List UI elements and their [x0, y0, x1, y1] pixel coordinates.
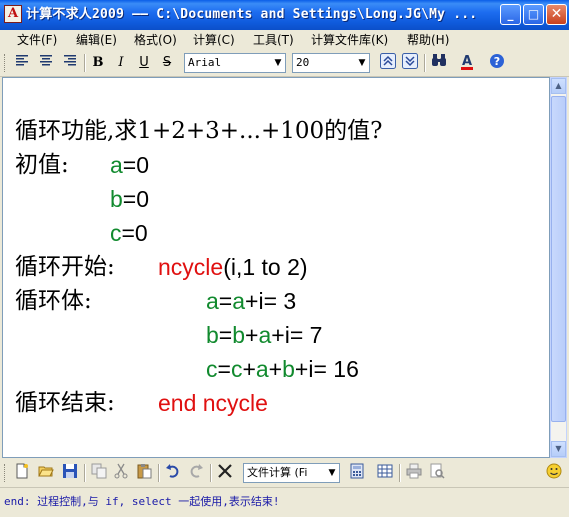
- paste-icon[interactable]: [134, 463, 154, 483]
- toolbar-separator: [84, 464, 86, 482]
- doc-line-b-init: b=0: [110, 186, 150, 212]
- toolbar-separator: [399, 464, 401, 482]
- move-down-icon[interactable]: [400, 53, 420, 73]
- toolbar-separator: [84, 54, 86, 72]
- doc-line-a-init: a=0: [110, 152, 150, 178]
- window-title: 计算不求人2009 —— C:\Documents and Settings\L…: [26, 7, 478, 22]
- menu-format[interactable]: 格式(O): [134, 32, 177, 48]
- print-preview-icon[interactable]: [427, 463, 447, 483]
- title-bar: A 计算不求人2009 —— C:\Documents and Settings…: [0, 0, 569, 30]
- help-icon[interactable]: ?: [487, 53, 507, 73]
- doc-line-end-ncycle: end ncycle: [158, 390, 268, 416]
- save-icon[interactable]: [60, 463, 80, 483]
- bold-button[interactable]: B: [88, 53, 108, 73]
- font-select[interactable]: Arial ▼: [184, 53, 286, 73]
- minimize-button[interactable]: _: [500, 4, 521, 25]
- cut-icon[interactable]: [111, 463, 131, 483]
- toolbar-separator: [210, 464, 212, 482]
- menu-tools[interactable]: 工具(T): [253, 32, 294, 48]
- new-file-icon[interactable]: [12, 463, 32, 483]
- doc-label-loop-end: 循环结束:: [15, 390, 115, 416]
- font-select-value: Arial: [188, 56, 222, 69]
- close-button[interactable]: ✕: [546, 4, 567, 25]
- menu-bar: 文件(F) 编辑(E) 格式(O) 计算(C) 工具(T) 计算文件库(K) 帮…: [0, 30, 569, 50]
- menu-calculate[interactable]: 计算(C): [193, 32, 235, 48]
- redo-icon[interactable]: [186, 463, 206, 483]
- doc-line-c-update: c=c+a+b+i= 16: [206, 356, 359, 382]
- align-center-icon[interactable]: [36, 53, 56, 73]
- document-editor[interactable]: 循环功能,求1+2+3+...+100的值? 初值: a=0 b=0 c=0 循…: [2, 77, 550, 458]
- toolbar-separator: [158, 464, 160, 482]
- menu-help[interactable]: 帮助(H): [407, 32, 449, 48]
- format-toolbar: B I U S Arial ▼ 20 ▼ A ?: [0, 50, 569, 77]
- undo-icon[interactable]: [163, 463, 183, 483]
- font-size-select[interactable]: 20 ▼: [292, 53, 370, 73]
- status-text: end: 过程控制,与 if, select 一起使用,表示结束!: [4, 495, 280, 508]
- doc-line-question: 循环功能,求1+2+3+...+100的值?: [15, 118, 383, 144]
- align-left-icon[interactable]: [12, 53, 32, 73]
- doc-line-c-init: c=0: [110, 220, 148, 246]
- table-icon[interactable]: [375, 463, 395, 483]
- toolbar-grip[interactable]: [4, 54, 8, 72]
- toolbar-grip[interactable]: [4, 464, 8, 482]
- scroll-up-icon[interactable]: ▲: [551, 78, 566, 94]
- chevron-down-icon: ▼: [328, 468, 336, 478]
- smiley-icon[interactable]: [544, 463, 564, 483]
- calculator-icon[interactable]: [347, 463, 367, 483]
- underline-button[interactable]: U: [134, 53, 154, 73]
- stop-calc-icon[interactable]: [215, 463, 235, 483]
- standard-toolbar: 文件计算 (Fi ▼: [0, 460, 569, 486]
- menu-edit[interactable]: 编辑(E): [76, 32, 117, 48]
- font-color-icon[interactable]: A: [457, 53, 477, 73]
- menu-file[interactable]: 文件(F): [17, 32, 57, 48]
- font-size-value: 20: [296, 56, 310, 69]
- vertical-scrollbar[interactable]: ▲ ▼: [550, 77, 567, 458]
- toolbar-separator: [424, 54, 426, 72]
- chevron-down-icon: ▼: [358, 58, 366, 68]
- svg-text:?: ?: [494, 55, 500, 68]
- status-bar: end: 过程控制,与 if, select 一起使用,表示结束!: [0, 487, 569, 517]
- scroll-down-icon[interactable]: ▼: [551, 441, 566, 457]
- binoculars-icon[interactable]: [429, 53, 449, 73]
- doc-line-ncycle: ncycle(i,1 to 2): [158, 254, 308, 280]
- copy-icon[interactable]: [89, 463, 109, 483]
- italic-button[interactable]: I: [111, 53, 131, 73]
- app-logo-icon: A: [4, 5, 22, 23]
- menu-file-library[interactable]: 计算文件库(K): [311, 32, 388, 48]
- move-up-icon[interactable]: [378, 53, 398, 73]
- strikethrough-button[interactable]: S: [157, 53, 177, 73]
- calc-mode-select[interactable]: 文件计算 (Fi ▼: [243, 463, 340, 483]
- scroll-thumb[interactable]: [551, 96, 566, 422]
- maximize-button[interactable]: □: [523, 4, 544, 25]
- svg-text:A: A: [462, 54, 472, 69]
- doc-label-loop-start: 循环开始:: [15, 254, 115, 280]
- align-right-icon[interactable]: [60, 53, 80, 73]
- doc-label-loop-body: 循环体:: [15, 288, 92, 314]
- chevron-down-icon: ▼: [274, 58, 282, 68]
- open-folder-icon[interactable]: [36, 463, 56, 483]
- print-icon[interactable]: [404, 463, 424, 483]
- calc-mode-value: 文件计算 (Fi: [247, 466, 308, 479]
- doc-line-a-update: a=a+i= 3: [206, 288, 297, 314]
- doc-label-initial: 初值:: [15, 152, 69, 178]
- doc-line-b-update: b=b+a+i= 7: [206, 322, 323, 348]
